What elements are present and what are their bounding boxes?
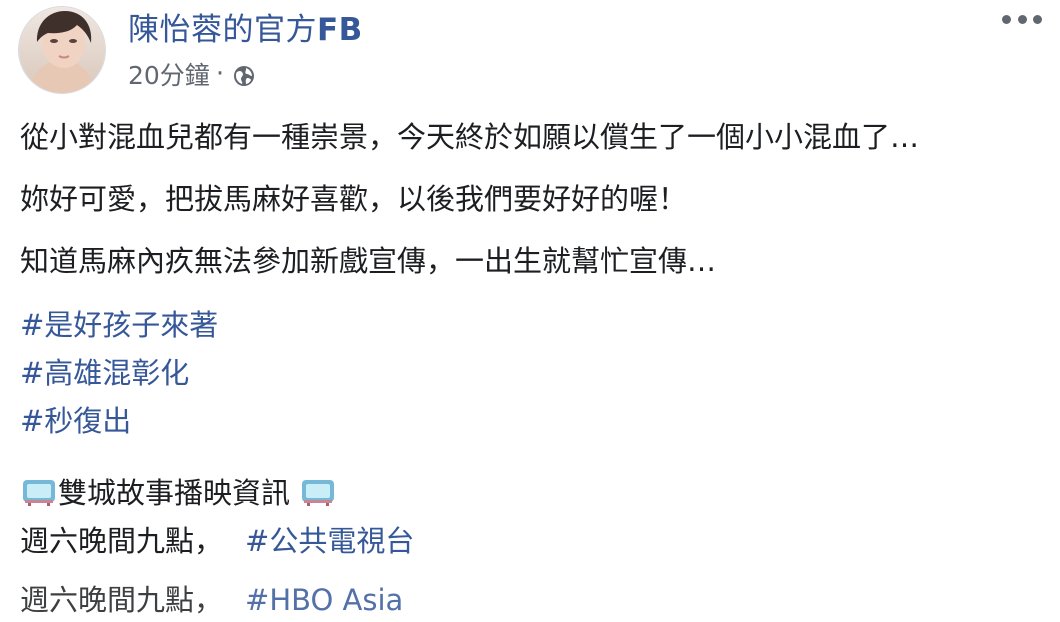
globe-icon[interactable] [232,64,256,88]
post-subinfo: 20分鐘 · [128,61,363,91]
broadcast-title: 雙城故事播映資訊 [58,476,291,510]
hashtag-link[interactable]: #HBO Asia [245,583,403,617]
broadcast-title-line: 雙城故事播映資訊 [20,469,1040,517]
more-dot [1017,14,1027,24]
hashtag-list: #是好孩子來著 #高雄混彰化 #秒復出 [20,301,1040,445]
more-dot [1033,14,1042,24]
more-options-icon[interactable] [1002,6,1042,32]
tv-icon [302,480,335,506]
facebook-post: 陳怡蓉的官方FB 20分鐘 · 從小對混血兒都有一種崇景，今天終於如願以償生了一… [0,0,1060,617]
hashtag-link[interactable]: #是好孩子來著 [20,301,1040,349]
hashtag-link[interactable]: #秒復出 [20,397,1040,445]
post-header: 陳怡蓉的官方FB 20分鐘 · [18,6,363,94]
broadcast-time: 週六晚間九點， [20,524,224,558]
post-paragraph: 知道馬麻內疚無法參加新戲宣傳，一出生就幫忙宣傳… [20,244,717,278]
timestamp[interactable]: 20分鐘 [128,61,210,91]
post-paragraph: 從小對混血兒都有一種崇景，今天終於如願以償生了一個小小混血了… [20,120,920,154]
tv-icon [23,480,55,506]
post-paragraph: 妳好可愛，把拔馬麻好喜歡，以後我們要好好的喔！ [20,182,688,216]
author-name[interactable]: 陳怡蓉的官方FB [128,12,363,48]
truncated-broadcast-line: 週六晚間九點， #HBO Asia [20,578,403,622]
hashtag-link[interactable]: #高雄混彰化 [20,349,1040,397]
broadcast-info: 雙城故事播映資訊 週六晚間九點， #公共電視台 [20,469,1040,565]
hashtag-link[interactable]: #公共電視台 [245,524,414,558]
avatar-image [19,7,105,93]
post-body: 從小對混血兒都有一種崇景，今天終於如願以償生了一個小小混血了… 妳好可愛，把拔馬… [20,115,1040,565]
broadcast-line: 週六晚間九點， #公共電視台 [20,517,1040,565]
meta-separator: · [215,59,225,89]
broadcast-time: 週六晚間九點， [20,583,224,617]
avatar[interactable] [18,6,106,94]
author-name-text: 陳怡蓉的官方 [128,12,317,48]
more-dot [1002,14,1011,24]
post-meta: 陳怡蓉的官方FB 20分鐘 · [128,6,363,91]
author-name-suffix: FB [317,12,363,48]
